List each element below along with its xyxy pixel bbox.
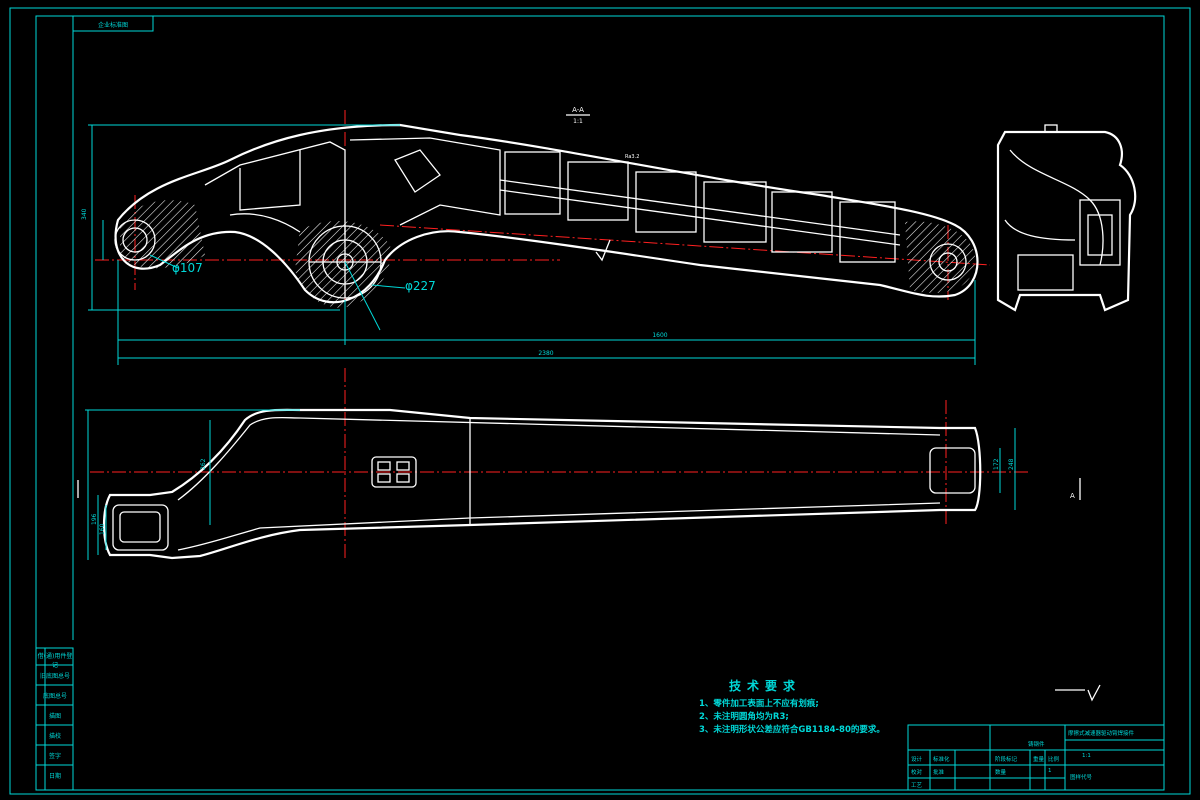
dim-side-height: 262 xyxy=(200,458,207,470)
title-count-label: 数量 xyxy=(995,770,1007,776)
side-table-row: 旧底图总号 xyxy=(39,673,70,680)
side-table-row: 底图总号 xyxy=(42,693,67,700)
tech-req-item-2: 2、未注明圆角均为R3; xyxy=(699,712,789,722)
end-view xyxy=(996,124,1137,312)
plan-view xyxy=(102,408,982,560)
title-standard: 标准化 xyxy=(933,757,950,763)
tech-req-item-1: 1、零件加工表面上不应有划痕; xyxy=(699,699,819,709)
dim-side-right-2: 248 xyxy=(1008,458,1015,470)
side-table-header: 借(通)用件登记 xyxy=(37,653,73,669)
title-part-name: 摩擦式减速器驱动臂焊接件 xyxy=(1068,731,1135,737)
side-table-row: 签字 xyxy=(48,753,61,760)
title-designer: 设计 xyxy=(911,757,923,763)
dim-side-left-1: 196 xyxy=(91,513,98,525)
dim-side-left-2: 160 xyxy=(99,523,106,535)
title-sheet: 1:1 xyxy=(1082,753,1091,759)
view-label: A xyxy=(1070,492,1075,500)
section-label: A-A xyxy=(572,106,584,114)
title-process: 工艺 xyxy=(911,783,923,789)
dim-height-left: 340 xyxy=(81,208,88,220)
title-drawing-no: 图样代号 xyxy=(1070,775,1093,781)
title-material: 铸钢件 xyxy=(1028,742,1045,748)
title-weight-label: 重量 xyxy=(1033,757,1045,763)
title-qty-value: 1 xyxy=(1048,768,1052,774)
dim-total-length: 2380 xyxy=(538,350,553,357)
title-checker: 校对 xyxy=(911,770,923,776)
outer-frame xyxy=(9,7,1191,795)
plan-dimensions: 262 196 160 172 248 A xyxy=(77,409,1101,702)
tech-req-item-3: 3、未注明形状公差应符合GB1184-80的要求。 xyxy=(699,725,885,735)
dim-phi-large: φ227 xyxy=(405,279,436,293)
roughness-mark: Ra3.2 xyxy=(625,154,639,160)
side-table-row: 描图 xyxy=(48,713,61,720)
tech-req-title: 技术要求 xyxy=(729,679,802,693)
title-stage-label: 阶段标记 xyxy=(995,757,1018,763)
inner-frame xyxy=(35,15,1165,791)
side-table-row: 日期 xyxy=(48,773,61,780)
section-view xyxy=(114,123,979,308)
cad-drawing: 企业标准图 340 1600 2380 φ107 φ227 A-A 1:1 Ra… xyxy=(9,7,1191,795)
dim-inner-length: 1600 xyxy=(652,332,667,339)
section-scale: 1:1 xyxy=(573,118,583,125)
dim-phi-small: φ107 xyxy=(172,261,203,275)
top-tag: 企业标准图 xyxy=(98,21,128,29)
title-approve: 批准 xyxy=(933,770,945,776)
side-table-row: 描校 xyxy=(48,733,61,740)
title-scale-label: 比例 xyxy=(1048,757,1060,763)
dim-side-right-1: 172 xyxy=(993,458,1000,470)
